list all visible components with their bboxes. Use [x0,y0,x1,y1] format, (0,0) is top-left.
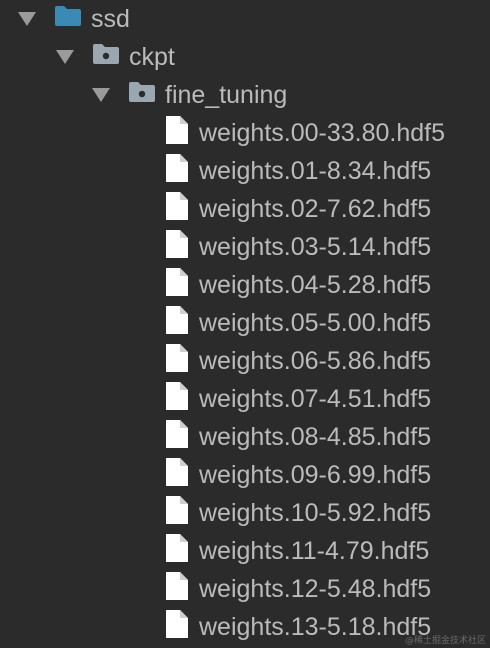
file-item[interactable]: weights.07-4.51.hdf5 [165,380,431,418]
file-icon [165,457,189,494]
expand-arrow-icon[interactable] [56,50,74,64]
file-item[interactable]: weights.05-5.00.hdf5 [165,304,431,342]
file-label: weights.05-5.00.hdf5 [199,309,432,337]
node-label: ssd [91,5,130,33]
file-item[interactable]: weights.12-5.48.hdf5 [165,570,431,608]
file-icon [165,153,189,190]
file-label: weights.01-8.34.hdf5 [199,157,432,185]
file-label: weights.10-5.92.hdf5 [199,499,432,527]
file-label: weights.09-6.99.hdf5 [199,461,432,489]
file-item[interactable]: weights.13-5.18.hdf5 [165,608,431,646]
file-label: weights.12-5.48.hdf5 [199,575,432,603]
file-label: weights.13-5.18.hdf5 [199,613,432,641]
file-icon [165,191,189,228]
tree-node-fine-tuning[interactable]: fine_tuning [92,76,287,114]
file-item[interactable]: weights.10-5.92.hdf5 [165,494,431,532]
file-item[interactable]: weights.11-4.79.hdf5 [165,532,429,570]
file-icon [165,609,189,646]
watermark: @稀土掘金技术社区 [404,636,486,646]
file-label: weights.07-4.51.hdf5 [199,385,432,413]
file-label: weights.11-4.79.hdf5 [199,537,430,565]
file-icon [165,419,189,456]
package-folder-icon [92,43,120,72]
file-item[interactable]: weights.00-33.80.hdf5 [165,114,445,152]
file-label: weights.06-5.86.hdf5 [199,347,432,375]
file-label: weights.02-7.62.hdf5 [199,195,432,223]
project-tree: ssd ckpt fine_tuning weights.00-33.80.hd… [0,0,490,648]
node-label: fine_tuning [165,81,288,109]
file-icon [165,305,189,342]
file-label: weights.00-33.80.hdf5 [199,119,446,147]
file-item[interactable]: weights.02-7.62.hdf5 [165,190,431,228]
file-icon [165,495,189,532]
file-icon [165,571,189,608]
file-item[interactable]: weights.04-5.28.hdf5 [165,266,431,304]
file-icon [165,533,189,570]
file-item[interactable]: weights.03-5.14.hdf5 [165,228,431,266]
file-item[interactable]: weights.09-6.99.hdf5 [165,456,431,494]
file-icon [165,381,189,418]
file-icon [165,267,189,304]
file-item[interactable]: weights.01-8.34.hdf5 [165,152,431,190]
file-item[interactable]: weights.08-4.85.hdf5 [165,418,431,456]
package-folder-icon [128,81,156,110]
file-label: weights.04-5.28.hdf5 [199,271,432,299]
folder-icon [54,5,82,34]
file-icon [165,115,189,152]
file-label: weights.08-4.85.hdf5 [199,423,432,451]
expand-arrow-icon[interactable] [18,12,36,26]
tree-node-ckpt[interactable]: ckpt [56,38,175,76]
file-item[interactable]: weights.06-5.86.hdf5 [165,342,431,380]
expand-arrow-icon[interactable] [92,88,110,102]
file-icon [165,229,189,266]
file-icon [165,343,189,380]
file-label: weights.03-5.14.hdf5 [199,233,432,261]
tree-node-ssd[interactable]: ssd [18,0,130,38]
node-label: ckpt [129,43,175,71]
